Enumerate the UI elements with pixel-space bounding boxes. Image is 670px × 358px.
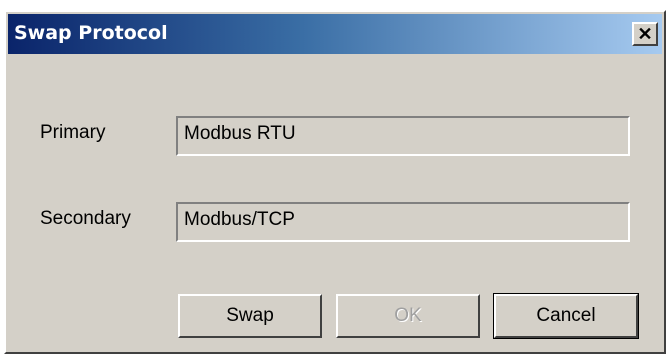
secondary-field: Modbus/TCP: [176, 202, 630, 242]
secondary-label: Secondary: [40, 208, 131, 229]
primary-field: Modbus RTU: [176, 116, 630, 156]
window-title: Swap Protocol: [14, 22, 168, 44]
swap-protocol-dialog: Swap Protocol ✕ Primary Modbus RTU Secon…: [4, 10, 666, 354]
primary-label: Primary: [40, 122, 106, 143]
ok-button[interactable]: OK: [336, 294, 480, 338]
title-bar[interactable]: Swap Protocol ✕: [8, 14, 662, 54]
cancel-button[interactable]: Cancel: [493, 293, 639, 339]
swap-button[interactable]: Swap: [178, 294, 322, 338]
close-button[interactable]: ✕: [632, 22, 658, 46]
close-icon: ✕: [637, 24, 653, 44]
